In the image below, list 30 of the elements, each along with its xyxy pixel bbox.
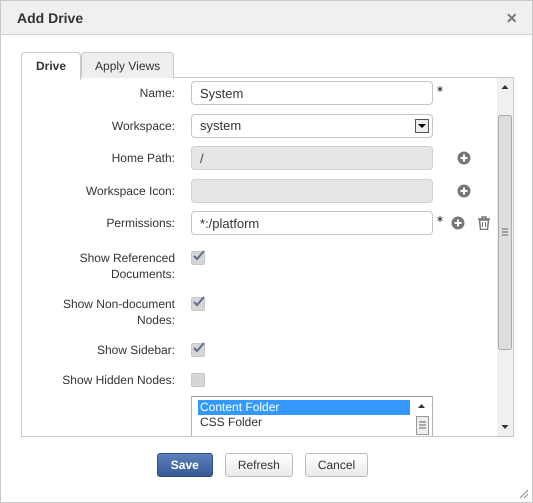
caret-icon bbox=[418, 122, 426, 128]
field-label: Show Non-document Nodes: bbox=[62, 296, 175, 328]
field-label: Workspace: bbox=[110, 118, 175, 134]
folder-list[interactable]: Content Folder CSS Folder bbox=[191, 396, 433, 436]
checkbox[interactable] bbox=[191, 372, 205, 386]
field-label: Permissions: bbox=[105, 215, 175, 231]
field-label: Workspace Icon: bbox=[84, 182, 175, 198]
checkbox[interactable] bbox=[191, 296, 205, 310]
dialog-button[interactable]: Save bbox=[156, 453, 213, 477]
tab[interactable]: Apply Views bbox=[81, 52, 174, 78]
delete-icon[interactable] bbox=[477, 216, 491, 230]
checkbox[interactable] bbox=[191, 250, 205, 264]
field-label: Name: bbox=[138, 85, 175, 101]
field-label: Home Path: bbox=[110, 150, 175, 166]
workspace-dropdown[interactable]: system bbox=[191, 114, 433, 138]
text-field[interactable]: *:/platform bbox=[191, 211, 433, 235]
checkbox[interactable] bbox=[191, 342, 205, 356]
field-label: Show Referenced Documents: bbox=[78, 250, 175, 282]
close-button[interactable]: × bbox=[506, 8, 517, 26]
dialog-button[interactable]: Refresh bbox=[224, 453, 293, 477]
list-item[interactable]: CSS Folder bbox=[198, 414, 410, 430]
resize-grip-icon[interactable] bbox=[519, 489, 529, 499]
dialog-title: Add Drive bbox=[17, 10, 84, 26]
dialog-button[interactable]: Cancel bbox=[304, 453, 368, 477]
scrollbar[interactable] bbox=[497, 78, 513, 436]
field-label: Show Hidden Nodes: bbox=[61, 372, 175, 388]
text-field[interactable]: System bbox=[191, 81, 433, 105]
tab[interactable]: Drive bbox=[21, 52, 82, 80]
add-icon[interactable] bbox=[451, 216, 465, 230]
field-label: Show Sidebar: bbox=[96, 342, 175, 358]
